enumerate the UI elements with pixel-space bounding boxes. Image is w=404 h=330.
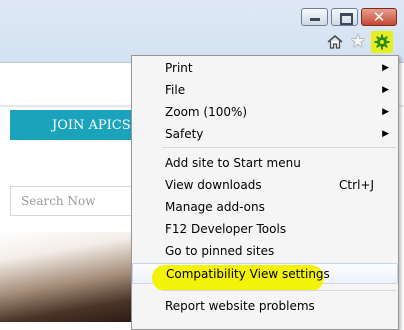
menu-separator: [162, 147, 396, 148]
hero-photo: [0, 232, 136, 322]
maximize-button[interactable]: [331, 8, 358, 26]
maximize-icon: [340, 13, 353, 25]
shortcut-label: Ctrl+J: [339, 178, 374, 192]
home-icon[interactable]: [326, 33, 344, 51]
submenu-arrow-icon: ▶: [382, 63, 389, 73]
menu-item-view-downloads[interactable]: View downloads Ctrl+J: [132, 175, 398, 196]
favorites-star-icon[interactable]: ★: [349, 33, 367, 51]
menu-item-f12-tools[interactable]: F12 Developer Tools: [132, 219, 398, 240]
window-titlebar: ✕ ★: [0, 0, 404, 63]
menu-item-report-problems[interactable]: Report website problems: [132, 296, 398, 317]
menu-item-manage-addons[interactable]: Manage add-ons: [132, 197, 398, 218]
menu-item-print[interactable]: Print ▶: [132, 58, 398, 79]
submenu-arrow-icon: ▶: [382, 85, 389, 95]
tools-menu: Print ▶ File ▶ Zoom (100%) ▶ Safety ▶ Ad…: [131, 55, 399, 330]
minimize-button[interactable]: [301, 8, 328, 26]
menu-item-pinned-sites[interactable]: Go to pinned sites: [132, 241, 398, 262]
menu-item-zoom[interactable]: Zoom (100%) ▶: [132, 102, 398, 123]
tools-gear-icon[interactable]: [371, 31, 393, 53]
menu-item-safety[interactable]: Safety ▶: [132, 124, 398, 145]
menu-item-add-site[interactable]: Add site to Start menu: [132, 153, 398, 174]
close-icon: ✕: [372, 8, 386, 26]
search-input[interactable]: Search Now: [10, 186, 136, 216]
minimize-icon: [310, 18, 320, 21]
menu-separator: [162, 290, 396, 291]
submenu-arrow-icon: ▶: [382, 129, 389, 139]
submenu-arrow-icon: ▶: [382, 107, 389, 117]
close-button[interactable]: ✕: [361, 8, 397, 26]
join-apics-button[interactable]: JOIN APICS: [10, 110, 136, 140]
menu-item-file[interactable]: File ▶: [132, 80, 398, 101]
menu-item-compat-view[interactable]: Compatibility View settings: [132, 263, 398, 291]
